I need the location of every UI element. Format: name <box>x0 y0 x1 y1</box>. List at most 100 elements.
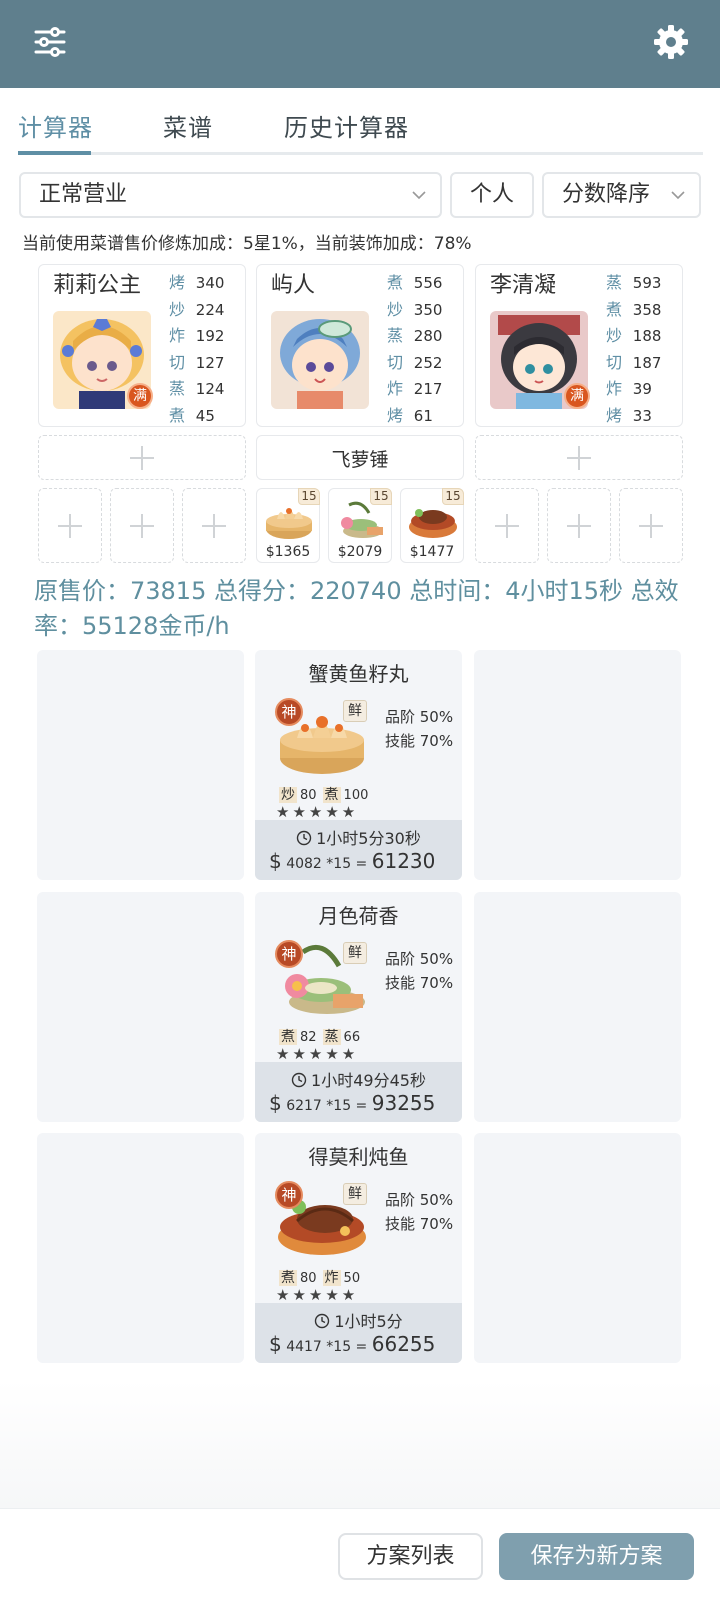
equipment-name: 飞萝锤 <box>331 449 389 471</box>
add-recipe-slot[interactable] <box>475 488 539 563</box>
equipment-slot[interactable]: 飞萝锤 <box>256 435 464 480</box>
add-recipe-slot[interactable] <box>182 488 246 563</box>
recipe-quantity-badge: 15 <box>370 488 392 505</box>
save-new-plan-button[interactable]: 保存为新方案 <box>499 1533 694 1580</box>
chef-card[interactable]: 莉莉公主 满 烤 340 炒 224 炸 192 切 127 蒸 124 煮 4… <box>38 264 246 427</box>
dish-title: 月色荷香 <box>318 904 399 928</box>
bonus-note: 当前使用菜谱售价修炼加成：5星1%，当前装饰加成：78% <box>22 234 472 254</box>
star-rating: ★★★★★ <box>276 1045 359 1063</box>
empty-result-cell <box>37 892 244 1122</box>
cook-time: 1小时5分30秒 <box>255 825 462 849</box>
empty-result-cell <box>474 650 681 880</box>
plus-icon <box>567 445 591 470</box>
divine-badge: 神 <box>275 940 303 968</box>
result-summary: 原售价：73815 总得分：220740 总时间：4小时15秒 总效率：5512… <box>34 577 679 640</box>
income-calc: $ 4417 *15 = 66255 <box>269 1332 436 1356</box>
empty-result-cell <box>474 892 681 1122</box>
skill-requirements: 煮 82 蒸 66 <box>279 1029 361 1045</box>
add-equipment-button[interactable] <box>38 435 246 480</box>
recipe-quantity-badge: 15 <box>298 488 320 505</box>
chef-skills: 蒸 593 煮 358 炒 188 切 187 炸 39 烤 33 <box>606 273 662 425</box>
chef-card[interactable]: 李清凝 满 蒸 593 煮 358 炒 188 切 187 炸 39 烤 33 <box>475 264 683 427</box>
clock-icon <box>315 1313 330 1329</box>
skill-bonus: 技能 70% <box>385 732 454 750</box>
divine-badge: 神 <box>275 698 303 726</box>
chef-name: 李清凝 <box>490 273 557 298</box>
recipe-quantity-badge: 15 <box>442 488 464 505</box>
plus-icon <box>58 513 82 538</box>
mode-select[interactable]: 正常营业 <box>19 172 442 218</box>
add-recipe-slot[interactable] <box>38 488 102 563</box>
mode-select-value: 正常营业 <box>39 182 128 207</box>
scope-button-label: 个人 <box>469 182 514 207</box>
full-badge: 满 <box>564 383 590 409</box>
clock-icon <box>291 1072 307 1088</box>
tab-divider <box>18 152 703 155</box>
recipe-price: $1477 <box>409 544 455 560</box>
dish-title: 得莫利炖鱼 <box>308 1145 409 1169</box>
add-recipe-slot[interactable] <box>619 488 683 563</box>
quality-bonus: 品阶 50% <box>385 1191 454 1209</box>
gear-icon[interactable] <box>651 22 691 62</box>
lotus-dish-icon <box>341 501 383 538</box>
bottom-fade <box>0 1380 720 1508</box>
tab-recipes[interactable]: 菜谱 <box>163 108 213 143</box>
empty-result-cell <box>474 1133 681 1363</box>
plus-icon <box>639 513 663 538</box>
tab-history-calculator[interactable]: 历史计算器 <box>284 108 409 143</box>
chef-name: 屿人 <box>271 273 316 298</box>
dish-footer: 1小时5分30秒 $ 4082 *15 = 61230 <box>255 820 462 880</box>
dish-card[interactable]: 得莫利炖鱼 神 鲜 品阶 50% 技能 70% 煮 80 炸 50 ★★★★★ 1小时… <box>255 1133 462 1363</box>
income-calc: $ 6217 *15 = 93255 <box>269 1091 436 1115</box>
sort-select-value: 分数降序 <box>562 182 651 207</box>
recipe-price: $1365 <box>265 544 311 560</box>
plus-icon <box>130 513 154 538</box>
plus-icon <box>202 513 226 538</box>
dish-footer: 1小时5分 $ 4417 *15 = 66255 <box>255 1303 462 1363</box>
dish-footer: 1小时49分45秒 $ 6217 *15 = 93255 <box>255 1062 462 1122</box>
chef-name: 莉莉公主 <box>53 273 142 298</box>
quality-bonus: 品阶 50% <box>385 708 454 726</box>
dish-card[interactable]: 月色荷香 神 鲜 品阶 50% 技能 70% 煮 82 蒸 66 ★★★★★ 1小时4… <box>255 892 462 1122</box>
recipe-slot[interactable]: $1477 15 <box>400 488 464 563</box>
tab-active-indicator <box>18 151 91 155</box>
chef-skills: 烤 340 炒 224 炸 192 切 127 蒸 124 煮 45 <box>169 273 225 425</box>
recipe-price: $2079 <box>337 544 383 560</box>
fresh-badge: 鲜 <box>343 700 367 722</box>
sliders-icon[interactable] <box>30 22 70 62</box>
skill-bonus: 技能 70% <box>385 1215 454 1233</box>
add-recipe-slot[interactable] <box>547 488 611 563</box>
empty-result-cell <box>37 650 244 880</box>
chevron-down-icon <box>412 191 426 200</box>
sort-select[interactable]: 分数降序 <box>542 172 701 218</box>
stew-fish-icon <box>409 509 457 538</box>
skill-requirements: 炒 80 煮 100 <box>279 787 369 803</box>
add-recipe-slot[interactable] <box>110 488 174 563</box>
income-calc: $ 4082 *15 = 61230 <box>269 849 436 873</box>
chef-skills: 煮 556 炒 350 蒸 280 切 252 炸 217 烤 61 <box>387 273 443 425</box>
fresh-badge: 鲜 <box>343 942 367 964</box>
tab-calculator[interactable]: 计算器 <box>18 108 93 143</box>
divine-badge: 神 <box>275 1181 303 1209</box>
tab-bar: 计算器 菜谱 历史计算器 <box>0 88 720 156</box>
plus-icon <box>495 513 519 538</box>
star-rating: ★★★★★ <box>276 803 359 821</box>
recipe-slot[interactable]: $1365 15 <box>256 488 320 563</box>
plus-icon <box>130 445 154 470</box>
scope-button[interactable]: 个人 <box>450 172 534 218</box>
plan-list-button[interactable]: 方案列表 <box>338 1533 483 1580</box>
dish-title: 蟹黄鱼籽丸 <box>308 662 409 686</box>
dish-card[interactable]: 蟹黄鱼籽丸 神 鲜 品阶 50% 技能 70% 炒 80 煮 100 ★★★★★ 1小… <box>255 650 462 880</box>
chef-card[interactable]: 屿人 煮 556 炒 350 蒸 280 切 252 炸 217 烤 61 <box>256 264 464 427</box>
cook-time: 1小时49分45秒 <box>255 1067 462 1091</box>
star-rating: ★★★★★ <box>276 1286 359 1304</box>
skill-requirements: 煮 80 炸 50 <box>279 1270 361 1286</box>
skill-bonus: 技能 70% <box>385 974 454 992</box>
empty-result-cell <box>37 1133 244 1363</box>
recipe-slot[interactable]: $2079 15 <box>328 488 392 563</box>
chevron-down-icon <box>671 191 685 200</box>
add-equipment-button[interactable] <box>475 435 683 480</box>
chef-portrait <box>271 311 369 409</box>
fresh-badge: 鲜 <box>343 1183 367 1205</box>
plus-icon <box>567 513 591 538</box>
